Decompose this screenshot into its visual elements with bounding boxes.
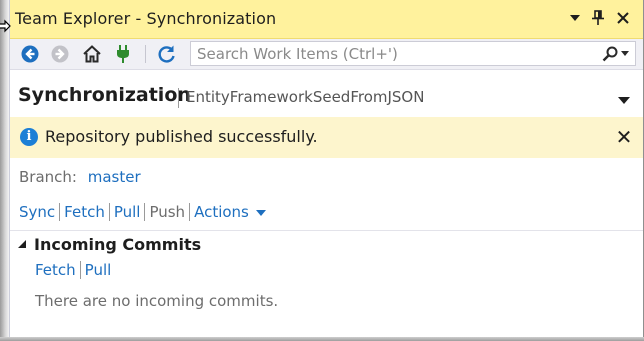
sync-actions: Sync Fetch Pull Push Actions (19, 201, 266, 223)
dismiss-notification-button[interactable]: ✕ (614, 127, 634, 147)
link-separator (189, 203, 191, 221)
link-separator (59, 203, 61, 221)
home-icon[interactable] (80, 42, 104, 66)
search-input[interactable] (197, 45, 587, 63)
page-header: Synchronization EntityFrameworkSeedFromJ… (10, 78, 643, 114)
connect-icon[interactable] (111, 42, 135, 66)
page-dropdown-icon[interactable] (618, 90, 630, 104)
section-divider (10, 230, 643, 231)
incoming-empty-message: There are no incoming commits. (35, 292, 279, 310)
search-button[interactable] (602, 45, 629, 63)
push-link: Push (149, 203, 186, 221)
repository-name: EntityFrameworkSeedFromJSON (186, 88, 425, 106)
team-explorer-panel: Team Explorer - Synchronization Search W… (9, 0, 643, 337)
window-edge-shadow (0, 0, 9, 341)
search-options-chevron-icon (621, 51, 629, 56)
incoming-fetch-link[interactable]: Fetch (35, 261, 76, 279)
notification-message: Repository published successfully. (45, 127, 318, 146)
refresh-icon[interactable] (155, 42, 179, 66)
fetch-link[interactable]: Fetch (64, 203, 105, 221)
page-title-separator (178, 88, 179, 108)
title-bar[interactable]: Team Explorer - Synchronization (10, 0, 643, 39)
toolbar-separator (145, 45, 146, 63)
incoming-commits-header[interactable]: Incoming Commits (34, 235, 201, 254)
branch-label: Branch: (19, 168, 77, 186)
search-box[interactable] (190, 41, 636, 66)
pull-link[interactable]: Pull (114, 203, 141, 221)
branch-row: Branch: master (19, 168, 141, 186)
forward-icon[interactable] (48, 42, 72, 66)
pin-icon[interactable] (588, 8, 608, 28)
toolbar (10, 39, 643, 70)
page-title: Synchronization (18, 84, 191, 106)
sync-link[interactable]: Sync (19, 203, 55, 221)
incoming-pull-link[interactable]: Pull (85, 261, 112, 279)
info-icon: i (20, 128, 38, 146)
window-bottom-shadow (0, 337, 644, 341)
collapse-triangle-icon[interactable] (18, 240, 26, 248)
close-icon[interactable] (613, 8, 633, 28)
window-title: Team Explorer - Synchronization (15, 9, 277, 28)
search-icon (602, 46, 618, 62)
link-separator (79, 261, 81, 279)
window-dropdown-icon[interactable] (565, 8, 585, 28)
actions-menu-link[interactable]: Actions (194, 203, 249, 221)
notification-bar: i Repository published successfully. ✕ (10, 117, 643, 158)
actions-dropdown-icon[interactable] (255, 210, 266, 216)
link-separator (108, 203, 110, 221)
back-icon[interactable] (18, 42, 42, 66)
branch-link[interactable]: master (88, 168, 141, 186)
incoming-actions: Fetch Pull (35, 259, 111, 281)
resize-cursor-icon (0, 16, 11, 36)
link-separator (144, 203, 146, 221)
team-explorer-window: Team Explorer - Synchronization Search W… (0, 0, 644, 341)
